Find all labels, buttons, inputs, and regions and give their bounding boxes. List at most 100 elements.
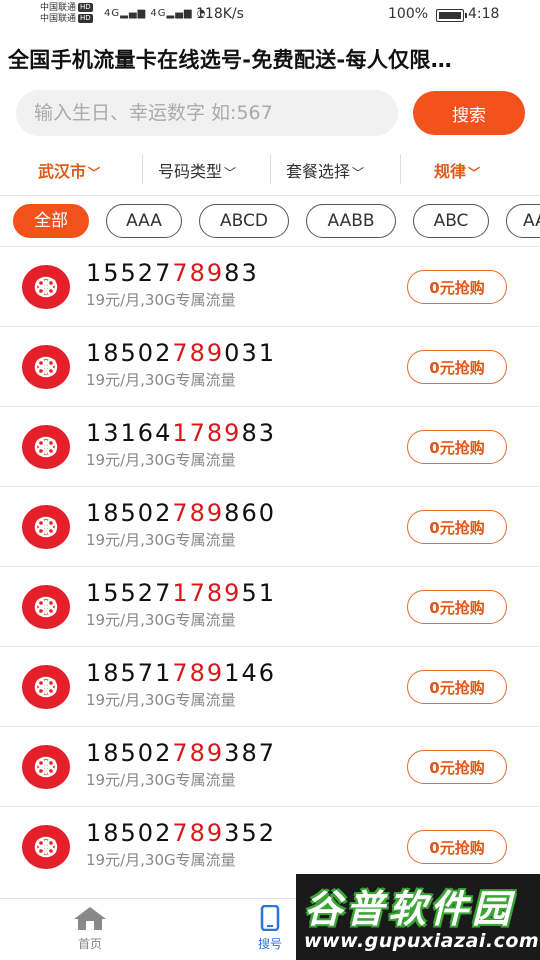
china-unicom-logo-icon bbox=[22, 585, 70, 629]
china-unicom-logo-icon bbox=[22, 745, 70, 789]
hd-badge: HD bbox=[78, 3, 93, 12]
plan-description: 19元/月,30G专属流量 bbox=[86, 851, 236, 869]
plan-description: 19元/月,30G专属流量 bbox=[86, 291, 236, 309]
plan-description: 19元/月,30G专属流量 bbox=[86, 691, 236, 709]
divider bbox=[270, 154, 271, 184]
phone-number: 18502789860 bbox=[86, 499, 276, 527]
plan-description: 19元/月,30G专属流量 bbox=[86, 771, 236, 789]
chevron-down-icon: ﹀ bbox=[224, 166, 237, 180]
carrier-2: 中国联通 bbox=[40, 14, 77, 24]
number-prefix: 18502 bbox=[86, 739, 173, 767]
filter-number-type[interactable]: 号码类型 ﹀ bbox=[158, 158, 236, 182]
plan-description: 19元/月,30G专属流量 bbox=[86, 371, 236, 389]
number-highlight: 789 bbox=[172, 739, 225, 767]
carrier-1: 中国联通 bbox=[40, 3, 77, 13]
phone-number: 13164178983 bbox=[86, 419, 276, 447]
filter-plan[interactable]: 套餐选择 ﹀ bbox=[286, 158, 364, 182]
filter-bar: 武汉市 ﹀ 号码类型 ﹀ 套餐选择 ﹀ 规律 ﹀ bbox=[0, 146, 540, 196]
phone-number: 18502789352 bbox=[86, 819, 276, 847]
number-prefix: 18502 bbox=[86, 499, 173, 527]
chip-aa[interactable]: AA bbox=[506, 204, 540, 238]
phone-number: 15527178951 bbox=[86, 579, 276, 607]
battery-icon bbox=[436, 9, 467, 22]
watermark-url: www.gupuxiazai.com bbox=[304, 930, 540, 952]
hd-badge: HD bbox=[78, 14, 93, 23]
status-bar: 中国联通 HD 中国联通 HD 4G▂▄▆ 4G▂▄▆ ◔ 118K/s 100% … bbox=[0, 0, 540, 32]
grab-button[interactable]: 0元抢购 bbox=[407, 350, 507, 384]
filter-pattern-label: 规律 bbox=[434, 162, 467, 181]
number-suffix: 860 bbox=[224, 499, 276, 527]
home-icon bbox=[74, 907, 106, 930]
number-highlight: 789 bbox=[172, 259, 225, 287]
plan-description: 19元/月,30G专属流量 bbox=[86, 531, 236, 549]
china-unicom-logo-icon bbox=[22, 665, 70, 709]
list-item[interactable]: 18502789860 19元/月,30G专属流量 0元抢购 bbox=[0, 486, 540, 566]
china-unicom-logo-icon bbox=[22, 265, 70, 309]
grab-button[interactable]: 0元抢购 bbox=[407, 830, 507, 864]
number-prefix: 15527 bbox=[86, 579, 173, 607]
filter-pattern[interactable]: 规律 ﹀ bbox=[434, 158, 480, 182]
chip-aaa[interactable]: AAA bbox=[106, 204, 182, 238]
number-highlight: 789 bbox=[172, 659, 225, 687]
chip-all[interactable]: 全部 bbox=[13, 204, 89, 238]
list-item[interactable]: 18502789031 19元/月,30G专属流量 0元抢购 bbox=[0, 326, 540, 406]
list-item[interactable]: 13164178983 19元/月,30G专属流量 0元抢购 bbox=[0, 406, 540, 486]
grab-button[interactable]: 0元抢购 bbox=[407, 590, 507, 624]
search-button[interactable]: 搜索 bbox=[413, 91, 525, 135]
phone-number: 18571789146 bbox=[86, 659, 276, 687]
number-prefix: 18502 bbox=[86, 819, 173, 847]
network-type: 4G bbox=[104, 8, 121, 19]
filter-city-label: 武汉市 bbox=[38, 162, 87, 181]
grab-button[interactable]: 0元抢购 bbox=[407, 670, 507, 704]
china-unicom-logo-icon bbox=[22, 825, 70, 869]
phone-number: 1552778983 bbox=[86, 259, 259, 287]
tab-home-label: 首页 bbox=[77, 937, 102, 951]
number-prefix: 18502 bbox=[86, 339, 173, 367]
number-prefix: 13164 bbox=[86, 419, 173, 447]
chevron-down-icon: ﹀ bbox=[468, 166, 481, 180]
list-item[interactable]: 18571789146 19元/月,30G专属流量 0元抢购 bbox=[0, 646, 540, 726]
china-unicom-logo-icon bbox=[22, 425, 70, 469]
number-suffix: 146 bbox=[224, 659, 276, 687]
grab-button[interactable]: 0元抢购 bbox=[407, 510, 507, 544]
list-item[interactable]: 18502789387 19元/月,30G专属流量 0元抢购 bbox=[0, 726, 540, 806]
grab-button[interactable]: 0元抢购 bbox=[407, 750, 507, 784]
number-suffix: 83 bbox=[241, 419, 276, 447]
grab-button[interactable]: 0元抢购 bbox=[407, 430, 507, 464]
chip-abcd[interactable]: ABCD bbox=[199, 204, 289, 238]
chip-aabb[interactable]: AABB bbox=[306, 204, 396, 238]
tab-home[interactable]: 首页 bbox=[50, 905, 130, 952]
battery-percent: 100% bbox=[388, 6, 429, 22]
divider bbox=[142, 154, 143, 184]
watermark-text: 谷普软件园 bbox=[304, 887, 515, 931]
china-unicom-logo-icon bbox=[22, 345, 70, 389]
number-highlight: 1789 bbox=[172, 419, 242, 447]
grab-button[interactable]: 0元抢购 bbox=[407, 270, 507, 304]
phone-number: 18502789031 bbox=[86, 339, 276, 367]
filter-plan-label: 套餐选择 bbox=[286, 162, 351, 181]
phone-icon bbox=[260, 905, 280, 931]
watermark: 谷普软件园 www.gupuxiazai.com bbox=[296, 874, 540, 960]
plan-description: 19元/月,30G专属流量 bbox=[86, 451, 236, 469]
tab-search-number-label: 搜号 bbox=[257, 937, 282, 951]
number-prefix: 15527 bbox=[86, 259, 173, 287]
number-highlight: 1789 bbox=[172, 579, 242, 607]
page-title: 全国手机流量卡在线选号-免费配送-每人仅限… bbox=[8, 48, 453, 72]
number-highlight: 789 bbox=[172, 499, 225, 527]
pattern-chips: 全部 AAA ABCD AABB ABC AA bbox=[0, 202, 540, 242]
chip-abc[interactable]: ABC bbox=[413, 204, 489, 238]
plan-description: 19元/月,30G专属流量 bbox=[86, 611, 236, 629]
number-suffix: 83 bbox=[224, 259, 259, 287]
filter-city[interactable]: 武汉市 ﹀ bbox=[38, 158, 100, 182]
signal-icon: 4G▂▄▆ 4G▂▄▆ ◔ bbox=[104, 8, 207, 19]
net-speed: 118K/s bbox=[196, 6, 244, 22]
clock: 4:18 bbox=[468, 6, 500, 22]
divider bbox=[400, 154, 401, 184]
china-unicom-logo-icon bbox=[22, 505, 70, 549]
list-item[interactable]: 1552778983 19元/月,30G专属流量 0元抢购 bbox=[0, 246, 540, 326]
number-suffix: 031 bbox=[224, 339, 276, 367]
search-input[interactable] bbox=[16, 90, 398, 136]
number-prefix: 18571 bbox=[86, 659, 173, 687]
number-suffix: 387 bbox=[224, 739, 276, 767]
list-item[interactable]: 15527178951 19元/月,30G专属流量 0元抢购 bbox=[0, 566, 540, 646]
